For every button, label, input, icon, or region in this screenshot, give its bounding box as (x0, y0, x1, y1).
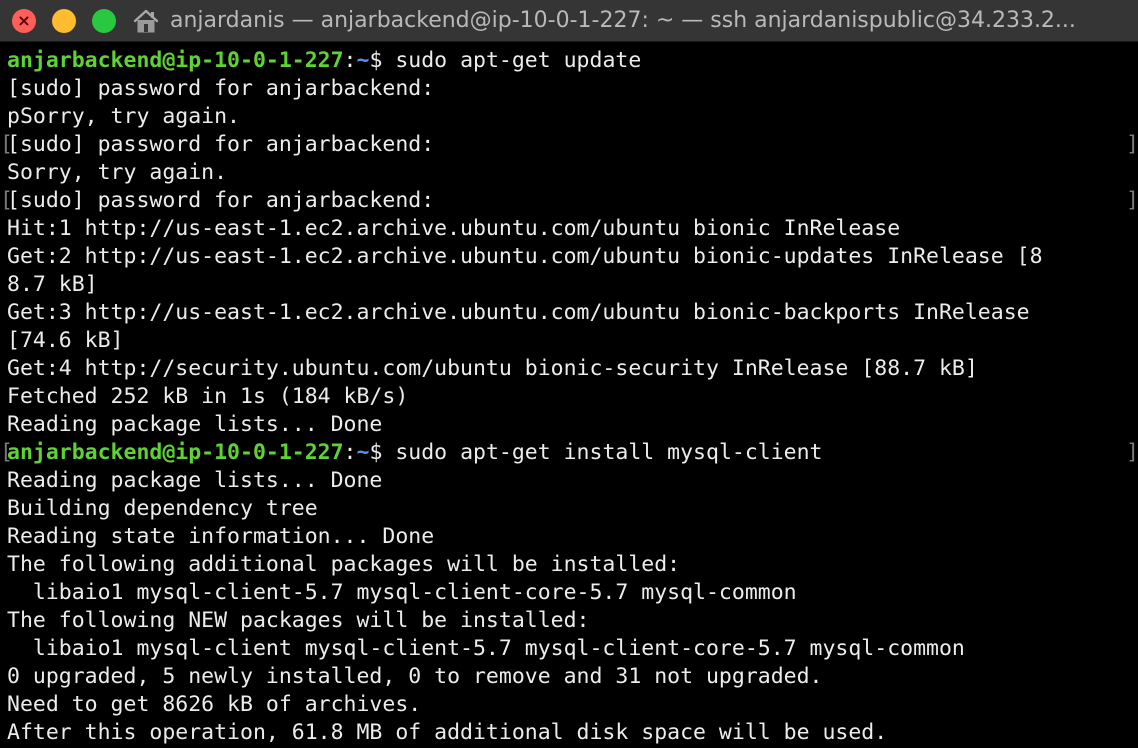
prompt-user-host: anjarbackend@ip-10-0-1-227 (7, 48, 344, 73)
output-line: 8.7 kB] (7, 271, 98, 299)
output-line: [74.6 kB] (7, 327, 124, 355)
output-text: [sudo] password for anjarbackend: (7, 132, 435, 157)
output-text: Reading package lists... Done (7, 468, 383, 493)
output-text: The following additional packages will b… (7, 552, 681, 577)
output-text: Fetched 252 kB in 1s (184 kB/s) (7, 384, 409, 409)
output-line: After this operation, 61.8 MB of additio… (7, 719, 887, 747)
prompt-user-host: anjarbackend@ip-10-0-1-227 (7, 440, 344, 465)
output-text: pSorry, try again. (7, 104, 240, 129)
close-button[interactable]: × (12, 9, 36, 33)
prompt-path: ~ (356, 440, 370, 465)
output-text: libaio1 mysql-client mysql-client-5.7 my… (7, 636, 965, 661)
output-line: Get:2 http://us-east-1.ec2.archive.ubunt… (7, 243, 1043, 271)
line-marker-left: [ (0, 440, 13, 465)
output-line: Sorry, try again. (7, 159, 227, 187)
output-line: 0 upgraded, 5 newly installed, 0 to remo… (7, 663, 822, 691)
output-line: Reading package lists... Done (7, 467, 382, 495)
output-line: libaio1 mysql-client-5.7 mysql-client-co… (7, 579, 797, 607)
output-line: Hit:1 http://us-east-1.ec2.archive.ubunt… (7, 215, 900, 243)
prompt-line: anjarbackend@ip-10-0-1-227:~$ sudo apt-g… (7, 439, 823, 467)
output-text: Hit:1 http://us-east-1.ec2.archive.ubunt… (7, 216, 901, 241)
maximize-button[interactable] (92, 9, 116, 33)
output-line: The following NEW packages will be insta… (7, 607, 589, 635)
prompt-line: anjarbackend@ip-10-0-1-227:~$ sudo apt-g… (7, 47, 641, 75)
prompt-colon: : (343, 440, 357, 465)
output-line: Reading package lists... Done (7, 411, 382, 439)
line-marker-right: ] (1126, 188, 1138, 213)
terminal-output[interactable]: anjarbackend@ip-10-0-1-227:~$ sudo apt-g… (0, 46, 1138, 748)
output-text: [74.6 kB] (7, 328, 124, 353)
output-text: libaio1 mysql-client-5.7 mysql-client-co… (7, 580, 797, 605)
line-marker-left: [ (0, 132, 13, 157)
output-text: The following NEW packages will be insta… (7, 608, 590, 633)
prompt-symbol: $ (369, 440, 396, 465)
command-text: sudo apt-get install mysql-client (395, 440, 823, 465)
prompt-symbol: $ (369, 48, 396, 73)
output-line: [sudo] password for anjarbackend: (7, 187, 434, 215)
output-line: pSorry, try again. (7, 103, 240, 131)
command-text: sudo apt-get update (395, 48, 642, 73)
terminal-window: × anjardanis — anjarbackend@ip-10-0-1-22… (0, 0, 1138, 748)
output-text: Reading state information... Done (7, 524, 435, 549)
output-text: 8.7 kB] (7, 272, 98, 297)
output-line: Building dependency tree (7, 495, 318, 523)
output-text: Get:3 http://us-east-1.ec2.archive.ubunt… (7, 300, 1030, 325)
output-text: After this operation, 61.8 MB of additio… (7, 720, 888, 745)
output-text: Get:2 http://us-east-1.ec2.archive.ubunt… (7, 244, 1043, 269)
output-text: Get:4 http://security.ubuntu.com/ubuntu … (7, 356, 978, 381)
output-line: Get:3 http://us-east-1.ec2.archive.ubunt… (7, 299, 1030, 327)
line-marker-right: ] (1126, 440, 1138, 465)
output-line: Fetched 252 kB in 1s (184 kB/s) (7, 383, 408, 411)
output-line: [sudo] password for anjarbackend: (7, 75, 434, 103)
window-title: anjardanis — anjarbackend@ip-10-0-1-227:… (170, 8, 1076, 33)
output-text: Sorry, try again. (7, 160, 228, 185)
output-line: The following additional packages will b… (7, 551, 680, 579)
title-bar[interactable]: × anjardanis — anjarbackend@ip-10-0-1-22… (0, 0, 1138, 42)
output-text: Need to get 8626 kB of archives. (7, 692, 422, 717)
output-text: [sudo] password for anjarbackend: (7, 188, 435, 213)
close-icon: × (17, 11, 31, 30)
output-text: [sudo] password for anjarbackend: (7, 76, 435, 101)
prompt-colon: : (343, 48, 357, 73)
line-marker-left: [ (0, 188, 13, 213)
output-line: libaio1 mysql-client mysql-client-5.7 my… (7, 635, 965, 663)
house-icon (133, 9, 159, 33)
output-line: Get:4 http://security.ubuntu.com/ubuntu … (7, 355, 978, 383)
output-text: Building dependency tree (7, 496, 318, 521)
output-line: [sudo] password for anjarbackend: (7, 131, 434, 159)
output-line: Need to get 8626 kB of archives. (7, 691, 421, 719)
output-text: 0 upgraded, 5 newly installed, 0 to remo… (7, 664, 823, 689)
output-text: Reading package lists... Done (7, 412, 383, 437)
output-line: Reading state information... Done (7, 523, 434, 551)
line-marker-right: ] (1126, 132, 1138, 157)
minimize-button[interactable] (52, 9, 76, 33)
prompt-path: ~ (356, 48, 370, 73)
